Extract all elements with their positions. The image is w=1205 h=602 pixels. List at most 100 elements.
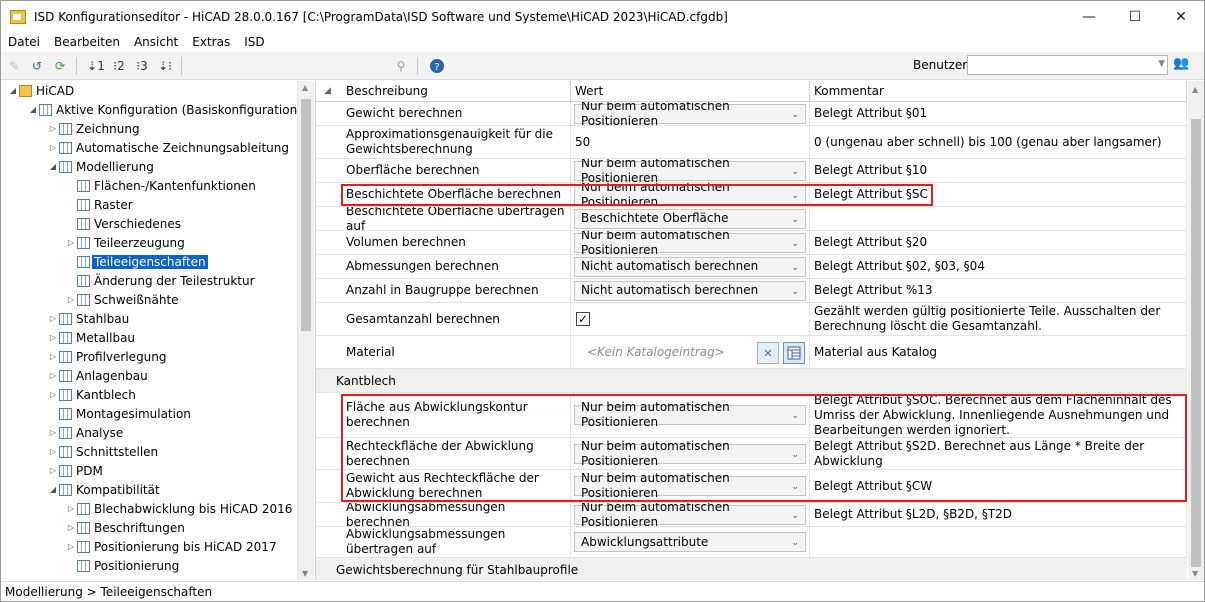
row-value-cell[interactable]: Abwicklungsattribute ⌄ — [571, 527, 809, 557]
row-value-cell[interactable]: Beschichtete Oberfläche ⌄ — [571, 207, 809, 230]
grid-row[interactable]: Abwicklungsabmessungen berechnen Nur beim… — [316, 503, 1187, 527]
row-value-cell[interactable]: Nur beim automatischen Positionieren ⌄ — [571, 159, 809, 182]
help-icon[interactable]: ? — [427, 56, 447, 76]
collapsed-icon[interactable]: ▷ — [47, 333, 59, 342]
section-kantblech[interactable]: Kantblech — [316, 369, 1187, 393]
tree-item[interactable]: Positionierung — [65, 556, 179, 575]
row-value-cell[interactable]: Nur beim automatischen Positionieren ⌄ — [571, 231, 809, 254]
user-combobox[interactable]: ▼ — [967, 55, 1168, 75]
tree-item[interactable]: ▷ Blechabwicklung bis HiCAD 2016 — [65, 499, 292, 518]
expanded-icon[interactable]: ◢ — [27, 105, 39, 114]
tree-scroll-thumb[interactable] — [301, 99, 311, 331]
collapsed-icon[interactable]: ▷ — [65, 238, 77, 247]
grid-row[interactable]: Abwicklungsabmessungen übertragen auf Abw… — [316, 527, 1187, 558]
tree-item[interactable]: ▷ Profilverlegung — [47, 347, 167, 366]
menu-datei[interactable]: Datei — [1, 35, 47, 49]
tree-scrollbar[interactable]: ▲ ▼ — [297, 81, 314, 580]
collapsed-icon[interactable]: ▷ — [65, 523, 77, 532]
grid-row[interactable]: Gewicht berechnen Nur beim automatischen … — [316, 102, 1187, 126]
tree-item[interactable]: ◢ HiCAD — [7, 81, 74, 100]
grid-row[interactable]: Approximationsgenauigkeit für die Gewich… — [316, 126, 1187, 159]
grid-row[interactable]: Beschichtete Oberfläche übertragen auf Be… — [316, 207, 1187, 231]
expanded-icon[interactable]: ◢ — [7, 86, 19, 95]
tree-item[interactable]: Raster — [65, 195, 133, 214]
row-value-cell[interactable]: <Kein Katalogeintrag> — [571, 336, 809, 368]
tree-item[interactable]: ▷ Kantblech — [47, 385, 136, 404]
collapse-all-icon[interactable]: ◢ — [324, 86, 331, 96]
tree-item[interactable]: ◢ Modellierung — [47, 157, 154, 176]
grid-row[interactable]: Gesamtanzahl berechnen ✓ Gezählt werden gü… — [316, 303, 1187, 336]
binoculars-icon[interactable]: ⚲ — [391, 56, 411, 76]
collapsed-icon[interactable]: ▷ — [47, 466, 59, 475]
tree-item[interactable]: ▷ Schweißnähte — [65, 290, 179, 309]
tree-item[interactable]: Montagesimulation — [47, 404, 191, 423]
collapsed-icon[interactable]: ▷ — [47, 352, 59, 361]
view-level-1-icon[interactable]: ⇣1 — [86, 56, 106, 76]
row-value-cell[interactable]: 50 — [571, 126, 809, 158]
value-dropdown[interactable]: Nicht automatisch berechnen ⌄ — [574, 280, 806, 301]
tree-item[interactable]: ▷ Anlagenbau — [47, 366, 148, 385]
tree-item[interactable]: ▷ Teileerzeugung — [65, 233, 185, 252]
tree-item[interactable]: Flächen-/Kantenfunktionen — [65, 176, 256, 195]
value-dropdown[interactable]: Nur beim automatischen Positionieren ⌄ — [574, 231, 806, 254]
tree-item[interactable]: ▷ Schnittstellen — [47, 442, 158, 461]
tree-item[interactable]: ▷ Metallbau — [47, 328, 135, 347]
value-dropdown[interactable]: Nur beim automatischen Positionieren ⌄ — [574, 159, 806, 182]
users-icon[interactable]: 👥 — [1173, 56, 1191, 74]
collapsed-icon[interactable]: ▷ — [47, 428, 59, 437]
grid-row[interactable]: Material ✕ <Kein Katalogeintrag> Material a… — [316, 336, 1187, 369]
expanded-icon[interactable]: ◢ — [47, 162, 59, 171]
tree-item[interactable]: Verschiedenes — [65, 214, 181, 233]
collapsed-icon[interactable]: ▷ — [65, 504, 77, 513]
collapsed-icon[interactable]: ▷ — [47, 390, 59, 399]
menu-bearbeiten[interactable]: Bearbeiten — [47, 35, 127, 49]
back-icon[interactable]: ↺ — [27, 56, 47, 76]
tree-item[interactable]: ▷ Stahlbau — [47, 309, 129, 328]
row-value-cell[interactable]: Nicht automatisch berechnen ⌄ — [571, 255, 809, 278]
grid-row[interactable]: Oberfläche berechnen Nur beim automatisch… — [316, 159, 1187, 183]
maximize-button[interactable]: ☐ — [1112, 1, 1158, 33]
expanded-icon[interactable]: ◢ — [47, 485, 59, 494]
menu-ansicht[interactable]: Ansicht — [127, 35, 185, 49]
value-dropdown[interactable]: Nur beim automatischen Positionieren ⌄ — [574, 503, 806, 526]
value-dropdown[interactable]: Nur beim automatischen Positionieren ⌄ — [574, 102, 806, 125]
view-level-3-icon[interactable]: ⁝3 — [132, 56, 152, 76]
collapsed-icon[interactable]: ▷ — [47, 447, 59, 456]
tree-item[interactable]: ▷ Positionierung bis HiCAD 2017 — [65, 537, 277, 556]
tree-item[interactable]: Teileeigenschaften — [65, 252, 208, 271]
tree-item[interactable]: ▷ Automatische Zeichnungsableitung — [47, 138, 289, 157]
view-level-2-icon[interactable]: ⁝2 — [109, 56, 129, 76]
collapsed-icon[interactable]: ▷ — [47, 124, 59, 133]
close-button[interactable]: ✕ — [1158, 1, 1204, 33]
value-text-field[interactable]: 50 — [571, 135, 590, 150]
header-wert[interactable]: Wert — [575, 84, 603, 98]
minimize-button[interactable]: — — [1066, 1, 1112, 33]
collapsed-icon[interactable]: ▷ — [65, 542, 77, 551]
scroll-up-icon[interactable]: ▲ — [1192, 85, 1198, 94]
grid-row[interactable]: Volumen berechnen Nur beim automatischen … — [316, 231, 1187, 255]
tree-item[interactable]: ▷ Zeichnung — [47, 119, 140, 138]
scroll-up-icon[interactable]: ▲ — [302, 83, 308, 92]
section-stahlbau-gewicht[interactable]: Gewichtsberechnung für Stahlbauprofile — [316, 558, 1187, 580]
grid-row[interactable]: Anzahl in Baugruppe berechnen Nicht autom… — [316, 279, 1187, 303]
tree-item[interactable]: Änderung der Teilestruktur — [65, 271, 255, 290]
grid-scrollbar[interactable]: ▲ ▼ — [1188, 81, 1204, 580]
collapsed-icon[interactable]: ▷ — [47, 371, 59, 380]
tree-item[interactable]: ▷ Analyse — [47, 423, 123, 442]
menu-isd[interactable]: ISD — [237, 35, 271, 49]
value-dropdown[interactable]: Abwicklungsattribute ⌄ — [574, 532, 806, 552]
value-dropdown[interactable]: Beschichtete Oberfläche ⌄ — [574, 208, 806, 229]
scroll-down-icon[interactable]: ▼ — [302, 569, 308, 578]
menu-extras[interactable]: Extras — [185, 35, 237, 49]
grid-scroll-thumb[interactable] — [1191, 119, 1201, 567]
catalog-entry-field[interactable]: <Kein Katalogeintrag> — [571, 345, 725, 360]
row-value-cell[interactable]: ✓ — [571, 303, 809, 335]
collapsed-icon[interactable]: ▷ — [47, 143, 59, 152]
row-value-cell[interactable]: Nur beim automatischen Positionieren ⌄ — [571, 102, 809, 125]
refresh-icon[interactable]: ⟳ — [50, 56, 70, 76]
tree-item[interactable]: ◢ Aktive Konfiguration (Basiskonfiguratio… — [27, 100, 297, 119]
view-all-levels-icon[interactable]: ⇣⁝ — [155, 56, 175, 76]
edit-icon[interactable]: ✎ — [4, 56, 24, 76]
collapsed-icon[interactable]: ▷ — [47, 314, 59, 323]
header-kommentar[interactable]: Kommentar — [814, 84, 884, 98]
